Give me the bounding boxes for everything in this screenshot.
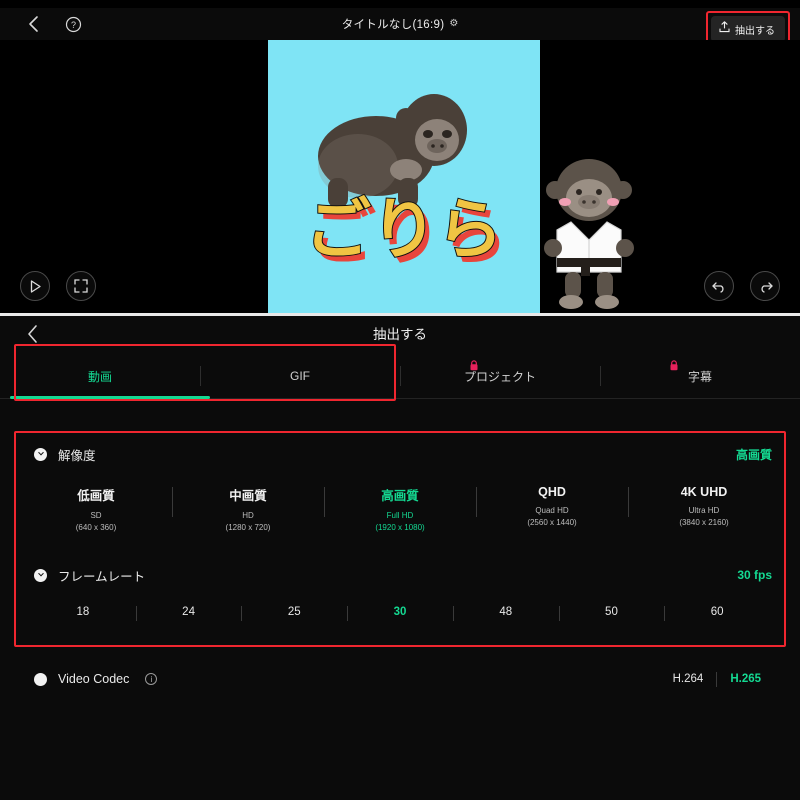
option-subtitle: Ultra HD (3840 x 2160) [679,506,729,527]
tab-video-label: 動画 [87,369,112,384]
option-title: 高画質 [381,489,419,503]
lock-icon [670,360,678,371]
video-preview-stage[interactable]: ごりら ごりら [0,40,800,313]
framerate-option-25[interactable]: 25 [241,606,347,622]
framerate-options: 18 24 25 30 48 50 60 [0,606,800,622]
resolution-option-qhd[interactable]: QHD Quad HD (2560 x 1440) [476,485,628,533]
tab-subtitle[interactable]: 字幕 [600,354,800,398]
framerate-section-header: フレームレート 30 fps [0,561,800,589]
tab-gif[interactable]: GIF [200,354,400,398]
export-button[interactable]: 抽出する [711,16,785,42]
option-subtitle: SD (640 x 360) [75,511,117,532]
canvas-title-text: ごりら ごりら [276,180,532,275]
help-circle-icon[interactable]: ? [62,13,84,35]
editor-topbar: ? タイトルなし(16:9) ⚙ 抽出する [0,8,800,47]
framerate-value: 30 fps [737,568,772,583]
option-subtitle: Full HD (1920 x 1080) [375,511,425,532]
codec-option-h265[interactable]: H.265 [717,673,774,685]
active-tab-underline [10,396,210,399]
play-button[interactable] [20,271,50,301]
codec-label-group: Video Codec i [34,672,158,687]
tab-gif-label: GIF [290,369,310,383]
option-title: 中画質 [229,489,267,503]
project-title: タイトルなし(16:9) [341,19,445,31]
export-settings-panel: 抽出する 動画 GIF プロジェクト 字幕 解像度 高画質 低画質 SD (64… [0,316,800,800]
resolution-option-fullhd[interactable]: 高画質 Full HD (1920 x 1080) [324,485,476,533]
chevron-down-icon[interactable] [34,447,47,461]
option-subtitle: Quad HD (2560 x 1440) [527,506,577,527]
gear-icon[interactable]: ⚙ [449,19,458,29]
tab-subtitle-label: 字幕 [687,369,712,384]
framerate-option-48[interactable]: 48 [452,606,559,622]
codec-label: Video Codec [58,672,130,687]
resolution-option-sd[interactable]: 低画質 SD (640 x 360) [20,485,172,533]
undo-button[interactable] [704,271,734,301]
framerate-option-18[interactable]: 18 [30,606,136,618]
codec-options: H.264 H.265 [660,671,774,687]
redo-button[interactable] [750,271,780,301]
export-button-label: 抽出する [735,25,775,37]
framerate-option-30[interactable]: 30 [347,606,453,622]
history-controls [704,271,780,301]
panel-title: 抽出する [373,327,427,342]
svg-text:?: ? [70,20,75,30]
option-title: 低画質 [77,489,115,503]
export-upload-icon [719,20,730,38]
project-title-group: タイトルなし(16:9) ⚙ [0,8,800,40]
editor-section: ? タイトルなし(16:9) ⚙ 抽出する ごりら ごりら [0,0,800,313]
framerate-option-50[interactable]: 50 [558,606,665,622]
info-icon[interactable]: i [145,673,158,686]
back-button[interactable] [22,13,44,35]
resolution-label: 解像度 [58,448,96,463]
framerate-label: フレームレート [58,569,146,584]
resolution-section-header: 解像度 高画質 [0,440,800,468]
resolution-value: 高画質 [735,447,772,462]
framerate-option-60[interactable]: 60 [664,606,770,622]
framerate-option-24[interactable]: 24 [135,606,242,622]
bullet-icon[interactable] [34,672,47,686]
resolution-option-4kuhd[interactable]: 4K UHD Ultra HD (3840 x 2160) [628,485,780,533]
fullscreen-icon[interactable] [66,271,96,301]
settings-group: 解像度 高画質 低画質 SD (640 x 360) 中画質 HD (1280 x … [0,431,800,692]
resolution-options: 低画質 SD (640 x 360) 中画質 HD (1280 x 720) 高画質… [0,485,800,533]
tab-video[interactable]: 動画 [0,354,200,398]
video-frame: ごりら ごりら [163,40,648,313]
codec-option-h264[interactable]: H.264 [660,673,717,685]
svg-text:ごりら: ごりら [305,192,503,266]
playback-controls [20,271,96,301]
panel-header: 抽出する [0,316,800,354]
tab-project[interactable]: プロジェクト [400,354,600,398]
framerate-label-group: フレームレート [34,566,145,585]
resolution-option-hd[interactable]: 中画質 HD (1280 x 720) [172,485,324,533]
option-title: 4K UHD [680,485,728,499]
option-title: QHD [538,485,566,499]
video-editor-app: ? タイトルなし(16:9) ⚙ 抽出する ごりら ごりら 抽出する 動画 GI… [0,0,800,800]
panel-tabs: 動画 GIF プロジェクト 字幕 [0,354,800,398]
lock-icon [470,360,478,371]
resolution-label-group: 解像度 [34,445,96,464]
panel-tabs-zone: 動画 GIF プロジェクト 字幕 [0,344,800,402]
karate-gorilla-illustration [544,159,634,309]
chevron-down-icon[interactable] [34,568,47,582]
video-canvas: ごりら ごりら [268,40,540,313]
topbar-left-controls: ? [0,13,84,35]
codec-row: Video Codec i H.264 H.265 [0,666,800,692]
option-subtitle: HD (1280 x 720) [225,511,271,532]
